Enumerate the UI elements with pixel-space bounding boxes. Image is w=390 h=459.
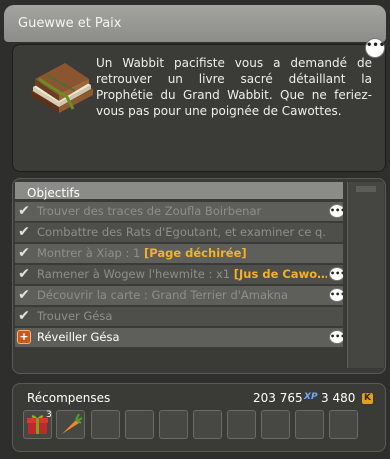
- reward-slot[interactable]: [227, 410, 256, 439]
- checkmark-icon: ✔: [18, 203, 30, 219]
- objective-row[interactable]: ✔ Combattre des Rats d'Egoutant, et exam…: [15, 223, 343, 242]
- quest-description-box: Un Wabbit pacifiste vous a demandé de re…: [12, 44, 386, 172]
- objective-row-active[interactable]: + Réveiller Gésa •••: [15, 328, 343, 347]
- objective-row[interactable]: ✔ Ramener à Wogew l'hewmite : x1 [Jus de…: [15, 265, 343, 284]
- reward-slot[interactable]: [329, 410, 358, 439]
- carrot-icon: [62, 413, 83, 434]
- xp-icon: XP: [304, 392, 318, 402]
- speech-bubble-icon[interactable]: •••: [365, 38, 385, 58]
- objective-highlight: [Jus de Cawo…: [233, 267, 327, 281]
- checkmark-icon: ✔: [18, 245, 30, 261]
- kamas-icon: K: [362, 393, 373, 404]
- speech-bubble-icon[interactable]: •••: [329, 204, 343, 218]
- checkmark-icon: ✔: [18, 266, 30, 282]
- objectives-title: Objectifs: [27, 186, 80, 200]
- objective-row[interactable]: ✔ Trouver des traces de Zoufla Boirbenar…: [15, 202, 343, 221]
- xp-value: 203 765: [253, 391, 303, 405]
- reward-slot[interactable]: [261, 410, 290, 439]
- quest-description: Un Wabbit pacifiste vous a demandé de re…: [96, 56, 372, 118]
- objective-text: Montrer à Xiap : 1: [37, 246, 144, 260]
- objective-row[interactable]: ✔ Découvrir la carte : Grand Terrier d'A…: [15, 286, 343, 305]
- window-title: Guewwe et Paix: [18, 16, 122, 31]
- objective-text: Découvrir la carte : Grand Terrier d'Ama…: [37, 288, 289, 302]
- speech-bubble-icon[interactable]: •••: [329, 267, 343, 281]
- reward-slot[interactable]: [193, 410, 222, 439]
- objective-text: Réveiller Gésa: [37, 330, 120, 344]
- checkmark-icon: ✔: [18, 287, 30, 303]
- objective-text: Ramener à Wogew l'hewmite : x1: [37, 267, 234, 281]
- objective-text: Trouver Gésa: [37, 309, 113, 323]
- objective-highlight: [Page déchirée]: [143, 246, 247, 260]
- reward-slot[interactable]: [159, 410, 188, 439]
- objective-text: Trouver des traces de Zoufla Boirbenar: [37, 204, 262, 218]
- kamas-value: 3 480: [321, 391, 356, 405]
- scrollbar-thumb[interactable]: [356, 186, 376, 192]
- quest-window: Guewwe et Paix Un Wabbit pacifiste vous …: [0, 0, 390, 459]
- objective-row[interactable]: ✔ Montrer à Xiap : 1 [Page déchirée]: [15, 244, 343, 263]
- objective-text: Combattre des Rats d'Egoutant, et examin…: [37, 225, 327, 239]
- reward-slot[interactable]: [91, 410, 120, 439]
- rewards-box: Récompenses 203 765 XP 3 480 K 3: [12, 383, 386, 452]
- title-bar[interactable]: Guewwe et Paix: [4, 5, 386, 42]
- speech-bubble-icon[interactable]: •••: [329, 288, 343, 302]
- reward-slot[interactable]: [56, 410, 85, 439]
- checkmark-icon: ✔: [18, 224, 30, 240]
- objectives-header: Objectifs: [15, 182, 343, 200]
- objectives-box: Objectifs ✔ Trouver des traces de Zoufla…: [12, 178, 386, 374]
- objective-row[interactable]: ✔ Trouver Gésa: [15, 307, 343, 326]
- objectives-scrollbar[interactable]: [347, 182, 384, 368]
- plus-icon[interactable]: +: [17, 330, 31, 344]
- objectives-list: ✔ Trouver des traces de Zoufla Boirbenar…: [15, 202, 343, 349]
- book-icon: [31, 63, 93, 113]
- reward-slot[interactable]: [125, 410, 154, 439]
- checkmark-icon: ✔: [18, 308, 30, 324]
- speech-bubble-icon[interactable]: •••: [329, 330, 343, 344]
- item-quantity: 3: [46, 410, 52, 420]
- reward-slot[interactable]: [295, 410, 324, 439]
- rewards-label: Récompenses: [27, 391, 111, 405]
